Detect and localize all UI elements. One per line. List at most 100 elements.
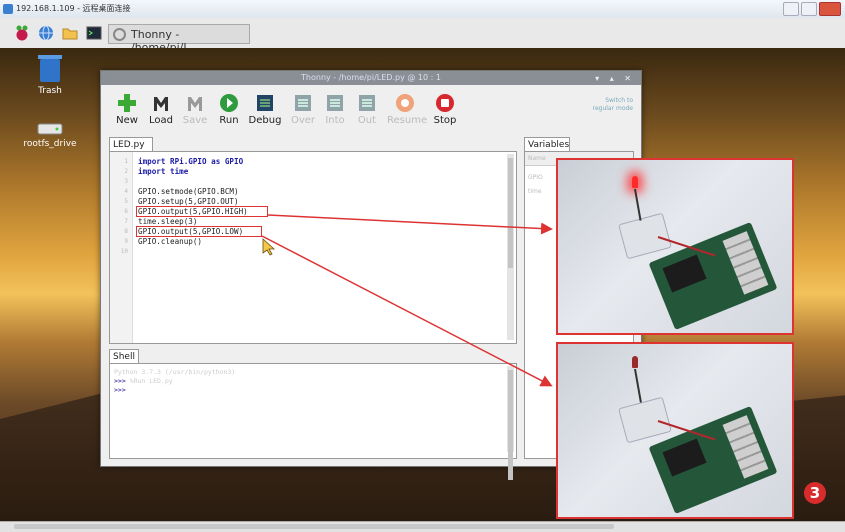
- toolbar: New Load Save Run Debug Over Into Out Re…: [109, 93, 579, 135]
- led-lead: [634, 188, 642, 221]
- desktop-icon-rootfs[interactable]: rootfs_drive: [12, 120, 88, 149]
- line-number: 1: [124, 158, 128, 165]
- shell-line: Python 3.7.3 (/usr/bin/python3): [114, 368, 235, 376]
- remote-desktop-icon: [3, 4, 13, 14]
- maximize-button[interactable]: [801, 2, 817, 16]
- resume-button[interactable]: Resume: [387, 93, 428, 126]
- close-button[interactable]: [819, 2, 841, 16]
- thonny-titlebar[interactable]: Thonny - /home/pi/LED.py @ 10 : 1 ▾ ▴ ✕: [101, 71, 641, 85]
- line-number-gutter: 1 2 3 4 5 6 7 8 9 10: [110, 152, 133, 343]
- step-over-icon: [295, 95, 311, 111]
- code-line: time.sleep(3): [138, 217, 198, 226]
- taskbar: Thonny - /home/pi/L...: [0, 18, 845, 54]
- stop-button[interactable]: Stop: [427, 93, 463, 126]
- switch-mode-line2: regular mode: [592, 105, 633, 112]
- step-over-label: Over: [290, 115, 316, 126]
- horizontal-scrollbar[interactable]: [0, 521, 845, 532]
- terminal-icon[interactable]: [86, 25, 102, 41]
- run-button[interactable]: Run: [211, 93, 247, 126]
- variables-tab[interactable]: Variables: [524, 137, 570, 151]
- led-lit: [632, 176, 638, 188]
- thonny-title: Thonny - /home/pi/LED.py @ 10 : 1: [301, 73, 441, 82]
- desktop-icon-trash[interactable]: Trash: [28, 53, 72, 96]
- step-out-icon: [359, 95, 375, 111]
- line-number: 8: [124, 228, 128, 235]
- line-number: 2: [124, 168, 128, 175]
- stop-label: Stop: [433, 115, 457, 126]
- step-into-label: Into: [325, 115, 345, 126]
- stop-icon: [436, 94, 454, 112]
- load-button[interactable]: Load: [143, 93, 179, 126]
- shell-text: %Run LED.py: [125, 377, 173, 385]
- trash-icon: [38, 55, 62, 82]
- resume-icon: [396, 94, 414, 112]
- highlight-box-high: [136, 206, 268, 217]
- shell-text: Python 3.7.3 (/usr/bin/python3): [114, 368, 236, 376]
- code-line: GPIO.setup(5,GPIO.OUT): [138, 197, 239, 206]
- code-line: import time: [138, 167, 189, 176]
- raspberry-menu-icon[interactable]: [14, 25, 30, 41]
- remote-desktop-titlebar: 192.168.1.109 - 远程桌面连接: [0, 0, 845, 19]
- thonny-icon: [113, 28, 126, 41]
- variable-row: time: [528, 188, 542, 195]
- breadboard: [618, 396, 672, 444]
- new-icon: [118, 94, 136, 112]
- debug-icon: [257, 95, 273, 111]
- editor-tab-led[interactable]: LED.py ✕: [109, 137, 153, 164]
- save-icon: [188, 97, 202, 111]
- shell-panel[interactable]: Python 3.7.3 (/usr/bin/python3) >>> %Run…: [109, 363, 517, 480]
- window-controls: [783, 2, 841, 16]
- highlight-box-low: [136, 226, 262, 237]
- photo-led-off: [556, 342, 794, 519]
- shell-prompt: >>>: [114, 386, 126, 394]
- step-out-label: Out: [357, 115, 377, 126]
- code-editor[interactable]: 1 2 3 4 5 6 7 8 9 10 import RPi.GPIO as …: [109, 151, 517, 344]
- step-number-badge: 3: [804, 482, 826, 504]
- photo-led-on: [556, 158, 794, 335]
- line-number: 6: [124, 208, 128, 215]
- save-label: Save: [182, 115, 208, 126]
- editor-scrollbar[interactable]: [507, 154, 514, 340]
- load-label: Load: [149, 115, 173, 126]
- step-into-button[interactable]: Into: [317, 93, 353, 126]
- shell-scrollbar[interactable]: [507, 366, 514, 480]
- shell-line: >>> %Run LED.py: [114, 377, 173, 385]
- line-number: 7: [124, 218, 128, 225]
- new-button[interactable]: New: [109, 93, 145, 126]
- led-unlit: [632, 356, 638, 368]
- save-button[interactable]: Save: [177, 93, 213, 126]
- debug-button[interactable]: Debug: [247, 93, 283, 126]
- minimize-button[interactable]: [783, 2, 799, 16]
- thonny-window-controls[interactable]: ▾ ▴ ✕: [595, 74, 635, 83]
- shell-tab[interactable]: Shell: [109, 349, 139, 363]
- switch-mode-line1: Switch to: [605, 97, 633, 104]
- resume-label: Resume: [387, 115, 428, 126]
- line-number: 4: [124, 188, 128, 195]
- shell-line: >>>: [114, 386, 126, 394]
- debug-label: Debug: [248, 115, 282, 126]
- switch-mode-link[interactable]: Switch to regular mode: [593, 97, 633, 113]
- breadboard: [618, 212, 672, 260]
- run-label: Run: [219, 115, 239, 126]
- window-title: 192.168.1.109 - 远程桌面连接: [16, 4, 131, 13]
- step-into-icon: [327, 95, 343, 111]
- taskbar-thonny-button[interactable]: Thonny - /home/pi/L...: [108, 24, 250, 54]
- line-number: 5: [124, 198, 128, 205]
- line-number: 10: [120, 248, 128, 255]
- file-manager-icon[interactable]: [62, 25, 78, 41]
- run-icon: [220, 94, 238, 112]
- web-browser-icon[interactable]: [38, 25, 54, 41]
- scrollbar-thumb[interactable]: [14, 524, 614, 529]
- shell-prompt: >>>: [114, 377, 126, 385]
- code-line: GPIO.cleanup(): [138, 237, 203, 246]
- code-line: import RPi.GPIO as GPIO: [138, 157, 244, 166]
- load-icon: [154, 97, 168, 111]
- line-number: 3: [124, 178, 128, 185]
- desktop-icon-label: Trash: [38, 86, 62, 96]
- step-over-button[interactable]: Over: [285, 93, 321, 126]
- led-lead: [634, 368, 642, 403]
- step-out-button[interactable]: Out: [349, 93, 385, 126]
- drive-icon: [37, 123, 63, 135]
- new-label: New: [116, 115, 138, 126]
- mouse-cursor-icon: [262, 238, 276, 256]
